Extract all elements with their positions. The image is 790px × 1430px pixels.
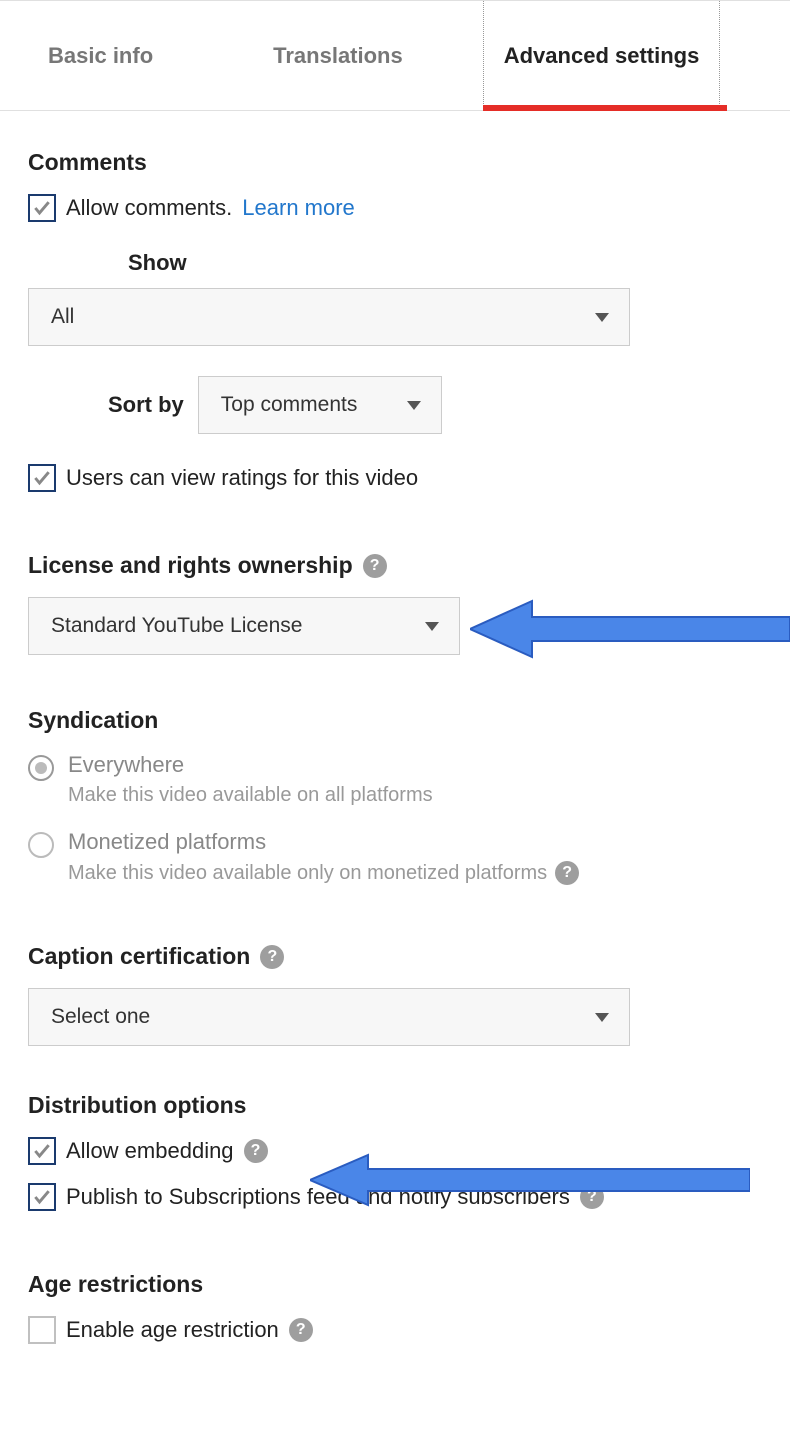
tab-translations[interactable]: Translations	[253, 1, 423, 110]
ratings-row: Users can view ratings for this video	[28, 464, 762, 492]
section-caption: Caption certification ? Select one	[0, 907, 790, 1046]
syndication-opt1-label: Everywhere	[68, 752, 433, 778]
radio-icon	[28, 755, 54, 781]
section-comments: Comments Allow comments. Learn more Show…	[0, 111, 790, 492]
show-select-value: All	[51, 305, 74, 329]
help-icon[interactable]: ?	[260, 945, 284, 969]
section-license: License and rights ownership ? Standard …	[0, 508, 790, 655]
license-select[interactable]: Standard YouTube License	[28, 597, 460, 655]
syndication-opt-everywhere[interactable]: Everywhere Make this video available on …	[28, 752, 762, 807]
syndication-opt1-sub: Make this video available on all platfor…	[68, 784, 433, 807]
chevron-down-icon	[425, 622, 439, 631]
chevron-down-icon	[595, 1013, 609, 1022]
help-icon[interactable]: ?	[555, 861, 579, 885]
ratings-label: Users can view ratings for this video	[66, 465, 418, 491]
section-syndication: Syndication Everywhere Make this video a…	[0, 655, 790, 885]
chevron-down-icon	[407, 401, 421, 410]
license-select-value: Standard YouTube License	[51, 614, 302, 638]
publish-subs-label: Publish to Subscriptions feed and notify…	[66, 1184, 570, 1210]
allow-embedding-label: Allow embedding	[66, 1138, 234, 1164]
allow-embedding-row: Allow embedding ?	[28, 1137, 762, 1165]
help-icon[interactable]: ?	[363, 554, 387, 578]
license-heading: License and rights ownership	[28, 552, 353, 579]
ratings-checkbox[interactable]	[28, 464, 56, 492]
show-label: Show	[128, 250, 762, 276]
section-age: Age restrictions Enable age restriction …	[0, 1227, 790, 1344]
syndication-opt-monetized[interactable]: Monetized platforms Make this video avai…	[28, 829, 762, 885]
caption-select-value: Select one	[51, 1005, 150, 1029]
syndication-heading: Syndication	[28, 707, 762, 734]
age-restriction-checkbox[interactable]	[28, 1316, 56, 1344]
syndication-opt2-label: Monetized platforms	[68, 829, 579, 855]
sortby-label: Sort by	[108, 392, 184, 418]
help-icon[interactable]: ?	[244, 1139, 268, 1163]
allow-comments-checkbox[interactable]	[28, 194, 56, 222]
learn-more-link[interactable]: Learn more	[242, 195, 355, 221]
caption-heading: Caption certification	[28, 943, 250, 970]
publish-subs-checkbox[interactable]	[28, 1183, 56, 1211]
age-restriction-row: Enable age restriction ?	[28, 1316, 762, 1344]
help-icon[interactable]: ?	[289, 1318, 313, 1342]
sortby-select-value: Top comments	[221, 393, 358, 417]
help-icon[interactable]: ?	[580, 1185, 604, 1209]
tab-basic-info[interactable]: Basic info	[28, 1, 173, 110]
tab-advanced-settings[interactable]: Advanced settings	[483, 1, 721, 110]
caption-select[interactable]: Select one	[28, 988, 630, 1046]
chevron-down-icon	[595, 313, 609, 322]
radio-icon	[28, 832, 54, 858]
tabs: Basic info Translations Advanced setting…	[0, 1, 790, 111]
publish-subs-row: Publish to Subscriptions feed and notify…	[28, 1183, 762, 1211]
age-heading: Age restrictions	[28, 1271, 762, 1298]
sortby-select[interactable]: Top comments	[198, 376, 442, 434]
show-select[interactable]: All	[28, 288, 630, 346]
comments-heading: Comments	[28, 149, 762, 176]
allow-comments-label: Allow comments.	[66, 195, 232, 221]
syndication-opt2-sub: Make this video available only on moneti…	[68, 861, 579, 885]
sortby-row: Sort by Top comments	[108, 376, 762, 434]
allow-embedding-checkbox[interactable]	[28, 1137, 56, 1165]
age-restriction-label: Enable age restriction	[66, 1317, 279, 1343]
allow-comments-row: Allow comments. Learn more	[28, 194, 762, 222]
distribution-heading: Distribution options	[28, 1092, 762, 1119]
section-distribution: Distribution options Allow embedding ? P…	[0, 1046, 790, 1211]
